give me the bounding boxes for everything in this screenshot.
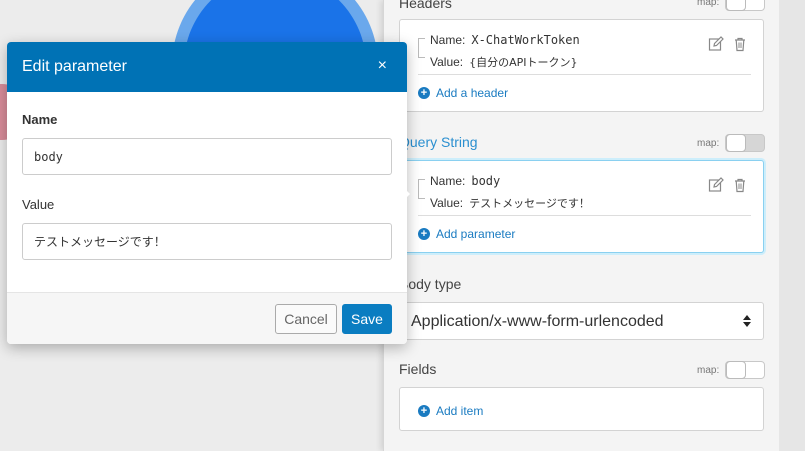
item-bracket [418, 38, 425, 58]
close-icon[interactable]: × [378, 57, 387, 75]
name-key: Name: [430, 33, 466, 47]
headers-box: Name: X-ChatWorkToken Value: {自分のAPIトークン} … [399, 19, 764, 112]
fields-label: Fields [399, 361, 437, 377]
header-item[interactable]: Name: X-ChatWorkToken Value: {自分のAPIトークン} [418, 30, 748, 74]
query-name-value: body [471, 174, 501, 188]
add-item-button[interactable]: + Add item [418, 404, 483, 418]
add-header-label: Add a header [436, 86, 509, 100]
map-label: map: [697, 137, 720, 149]
edit-icon[interactable] [708, 177, 724, 193]
save-button[interactable]: Save [342, 304, 392, 334]
query-string-label: Query String [399, 134, 478, 150]
panel-scroll-area [779, 0, 805, 451]
query-name-row: Name: body [430, 174, 500, 188]
dialog-footer: Cancel Save [7, 292, 407, 344]
fields-box: + Add item [399, 387, 764, 431]
headers-divider [418, 74, 751, 75]
value-key: Value: [430, 55, 464, 69]
body-type-select[interactable]: Application/x-www-form-urlencoded [399, 302, 764, 340]
query-string-box: Name: body Value: テストメッセージです！ + Add parame… [399, 160, 764, 253]
name-input-value: body [34, 149, 63, 164]
dialog-pointer [401, 185, 410, 203]
dialog-title: Edit parameter [22, 58, 127, 75]
query-item[interactable]: Name: body Value: テストメッセージです！ [418, 171, 748, 215]
name-input[interactable]: body [22, 138, 392, 175]
query-divider [418, 215, 751, 216]
add-header-button[interactable]: + Add a header [418, 86, 508, 100]
query-value-row: Value: テストメッセージです！ [430, 195, 590, 211]
query-item-actions [708, 177, 748, 193]
trash-icon[interactable] [732, 36, 748, 52]
select-arrows-icon [743, 315, 751, 327]
plus-circle-icon: + [418, 405, 430, 417]
cancel-button[interactable]: Cancel [275, 304, 337, 334]
body-type-label: Body type [399, 276, 462, 292]
query-map-toggle[interactable] [725, 134, 766, 152]
map-label: map: [697, 0, 720, 8]
headers-map-toggle[interactable] [725, 0, 766, 11]
headers-map-toggle-group: map: [697, 0, 766, 11]
dialog-header: Edit parameter × [7, 42, 407, 92]
value-key: Value: [430, 196, 464, 210]
fields-map-toggle-group: map: [697, 361, 766, 379]
add-parameter-button[interactable]: + Add parameter [418, 227, 515, 241]
header-value-row: Value: {自分のAPIトークン} [430, 54, 578, 70]
edit-parameter-dialog: Edit parameter × Name body Value テストメッセー… [7, 42, 407, 344]
edit-icon[interactable] [708, 36, 724, 52]
headers-label: Headers [399, 0, 452, 11]
name-key: Name: [430, 174, 466, 188]
fields-map-toggle[interactable] [725, 361, 766, 379]
value-label: Value [22, 197, 55, 212]
value-input-value: テストメッセージです！ [34, 235, 166, 249]
query-value-value: テストメッセージです！ [469, 197, 590, 210]
query-map-toggle-group: map: [697, 134, 766, 152]
add-parameter-label: Add parameter [436, 227, 516, 241]
header-name-value: X-ChatWorkToken [471, 33, 580, 47]
plus-circle-icon: + [418, 228, 430, 240]
plus-circle-icon: + [418, 87, 430, 99]
header-item-actions [708, 36, 748, 52]
value-input[interactable]: テストメッセージです！ [22, 223, 392, 260]
trash-icon[interactable] [732, 177, 748, 193]
map-label: map: [697, 364, 720, 376]
header-name-row: Name: X-ChatWorkToken [430, 33, 580, 47]
add-item-label: Add item [436, 404, 484, 418]
name-label: Name [22, 112, 58, 127]
body-type-value: Application/x-www-form-urlencoded [411, 313, 664, 330]
header-value-value: {自分のAPIトークン} [469, 56, 578, 69]
item-bracket [418, 179, 425, 199]
